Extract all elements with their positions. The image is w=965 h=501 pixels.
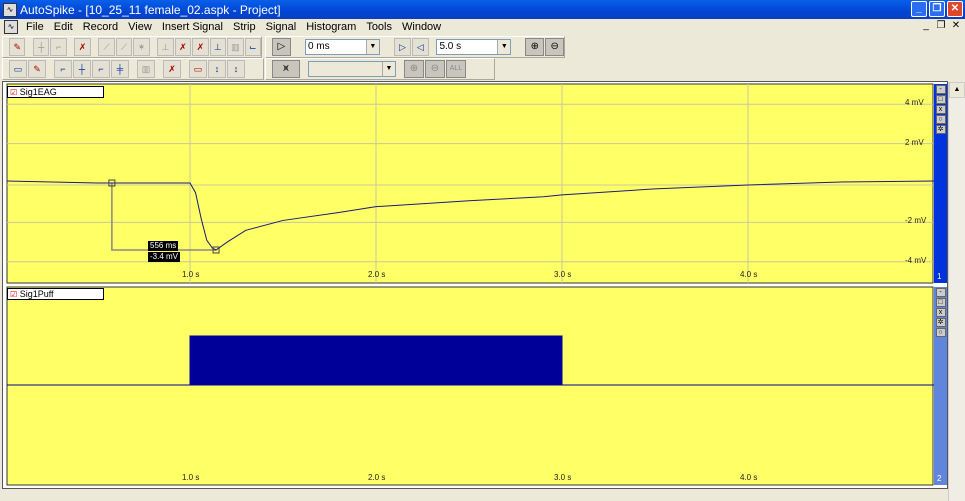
strip-2-sidebar: - □ x ✲ ○ 2 [934,287,947,485]
plots-canvas [6,83,935,486]
settings-icon[interactable]: ✲ [935,318,946,327]
y-tick-label: 4 mV [905,98,924,108]
minimize-strip-icon[interactable]: - [935,85,946,94]
y-tick-label: -4 mV [905,255,927,265]
x-tick-label: 3.0 s [554,270,572,279]
checkbox-icon[interactable]: ☑ [10,88,17,97]
settings-icon[interactable]: ✲ [935,125,946,134]
scroll-up-icon[interactable]: ▲ [949,82,965,98]
x-tick-label: 2.0 s [368,473,386,482]
x-tick-label: 4.0 s [740,473,758,482]
x-tick-label: 1.0 s [182,270,200,279]
x-tick-label: 2.0 s [368,270,386,279]
x-tick-label: 3.0 s [554,473,572,482]
x-tick-label: 4.0 s [740,270,758,279]
close-strip-icon[interactable]: x [935,105,946,114]
checkbox-icon[interactable]: ☑ [10,290,17,299]
strip-number: 1 [937,272,942,281]
strip-2-plot [6,286,934,486]
minimize-strip-icon[interactable]: - [935,288,946,297]
signal-name: Sig1EAG [19,87,57,97]
signal-name: Sig1Puff [19,289,54,299]
close-strip-icon[interactable]: x [935,308,946,317]
signal-label[interactable]: ☑ Sig1EAG [7,86,104,98]
vertical-scrollbar[interactable]: ▲ [948,82,965,501]
y-tick-label: 2 mV [905,137,924,147]
y-tick-label: -2 mV [905,216,927,226]
maximize-strip-icon[interactable]: □ [935,298,946,307]
strip-1-sidebar: - □ x ○ ✲ 1 [934,84,947,283]
x-tick-label: 1.0 s [182,473,200,482]
delta-time-label: 556 ms [148,241,179,251]
settings-icon[interactable]: ○ [935,328,946,337]
strip-number: 2 [937,474,942,483]
settings-icon[interactable]: ○ [935,115,946,124]
delta-voltage-label: -3.4 mV [148,252,181,262]
signal-label[interactable]: ☑ Sig1Puff [7,288,104,300]
maximize-strip-icon[interactable]: □ [935,95,946,104]
